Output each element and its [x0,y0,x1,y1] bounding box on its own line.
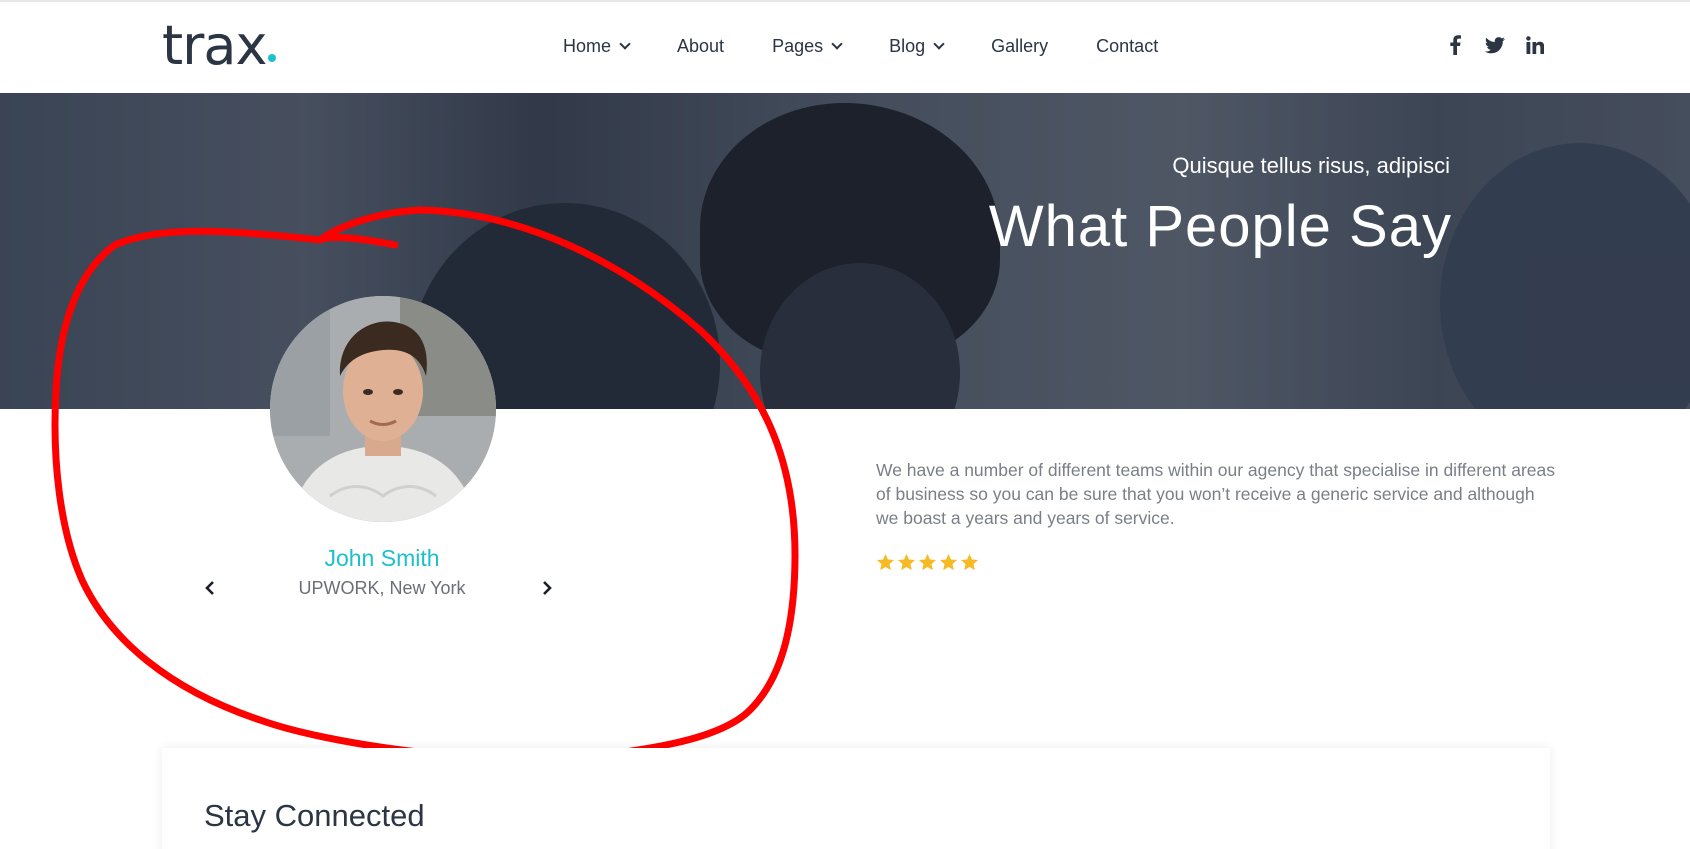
hero-title: What People Say [988,194,1452,259]
stay-connected-title: Stay Connected [204,798,425,833]
nav-item-blog[interactable]: Blog [889,36,945,57]
chevron-down-icon [619,38,631,50]
testimonial-name: John Smith [324,545,440,571]
nav-label: Blog [889,36,926,56]
linkedin-icon[interactable] [1524,34,1546,56]
logo-dot [268,54,276,62]
nav-item-about[interactable]: About [677,36,724,57]
hero-banner: Quisque tellus risus, adipisci What Peop… [0,93,1690,409]
nav-item-contact[interactable]: Contact [1096,36,1158,57]
hero-subtitle: Quisque tellus risus, adipisci [1172,153,1450,178]
star-rating [876,553,981,572]
chevron-down-icon [831,38,843,50]
facebook-icon[interactable] [1444,34,1466,56]
nav-item-pages[interactable]: Pages [772,36,843,57]
star-icon [918,553,937,571]
testimonial-company: UPWORK, New York [298,578,466,598]
social-links [1444,34,1546,56]
star-icon [876,553,895,571]
nav-label: About [677,36,725,56]
logo[interactable]: trax [162,14,267,77]
nav-label: Contact [1096,36,1159,56]
nav-item-gallery[interactable]: Gallery [991,36,1048,57]
star-icon [897,553,916,571]
nav-label: Home [563,36,612,56]
chevron-down-icon [933,38,945,50]
nav-label: Pages [772,36,824,56]
star-icon [960,553,979,571]
avatar-photo [270,296,496,522]
next-arrow-icon[interactable] [537,578,557,598]
twitter-icon[interactable] [1484,34,1506,56]
nav-item-home[interactable]: Home [563,36,631,57]
stay-connected-card: Stay Connected [162,748,1550,849]
site-header: trax Home About Pages Blog Gallery Conta… [0,2,1690,93]
avatar [270,296,496,522]
star-icon [939,553,958,571]
logo-text: trax [162,14,267,77]
main-nav: Home About Pages Blog Gallery Contact [563,36,1158,57]
nav-label: Gallery [991,36,1049,56]
testimonial-quote: We have a number of different teams with… [876,460,1555,528]
previous-arrow-icon[interactable] [200,578,220,598]
